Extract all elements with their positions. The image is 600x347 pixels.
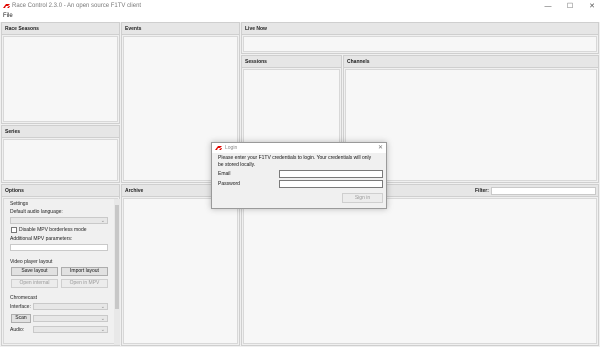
series-list[interactable]	[3, 139, 118, 181]
default-audio-select[interactable]: ⌄	[10, 217, 108, 224]
disable-borderless-label: Disable MPV borderless mode	[19, 227, 87, 233]
f1-logo-icon	[3, 4, 10, 8]
email-field[interactable]	[279, 170, 383, 178]
filter-label: Filter:	[475, 188, 489, 194]
options-scrollbar[interactable]	[114, 199, 120, 345]
channels-header: Channels	[344, 56, 598, 68]
password-field[interactable]	[279, 180, 383, 188]
import-layout-button[interactable]: Import layout	[61, 267, 108, 276]
disable-borderless-checkbox[interactable]	[11, 227, 17, 233]
live-now-header: Live Now	[242, 23, 598, 35]
filter-input[interactable]	[491, 187, 596, 195]
login-dialog: Login ✕ Please enter your F1TV credentia…	[211, 142, 387, 209]
settings-group-label: Settings	[10, 201, 29, 207]
race-seasons-header: Race Seasons	[2, 23, 119, 35]
save-layout-button[interactable]: Save layout	[11, 267, 58, 276]
sign-in-button[interactable]: Sign in	[342, 193, 383, 203]
options-header: Options	[2, 185, 119, 197]
content-list[interactable]	[243, 198, 597, 344]
minimize-button[interactable]: —	[540, 0, 556, 12]
title-bar: Race Control 2.3.0 - An open source F1TV…	[0, 0, 600, 12]
sessions-header: Sessions	[242, 56, 341, 68]
login-title: Login	[225, 145, 238, 151]
login-title-bar: Login ✕	[212, 143, 386, 153]
additional-params-input[interactable]	[10, 244, 108, 251]
chromecast-group-label: Chromecast	[10, 295, 37, 301]
chevron-down-icon: ⌄	[100, 316, 105, 322]
maximize-button[interactable]: ☐	[562, 0, 578, 12]
close-button[interactable]: ✕	[584, 0, 600, 12]
login-message: Please enter your F1TV credentials to lo…	[218, 155, 372, 168]
options-scrollbar-thumb[interactable]	[115, 205, 119, 309]
menu-bar: File	[0, 12, 600, 22]
password-label: Password	[218, 181, 240, 187]
chevron-down-icon: ⌄	[100, 218, 105, 224]
additional-params-label: Additional MPV parameters:	[10, 236, 73, 242]
open-internal-button[interactable]: Open internal	[11, 279, 58, 288]
open-in-mpv-button[interactable]: Open in MPV	[61, 279, 108, 288]
interface-label: Interface:	[10, 304, 31, 310]
options-body: Settings Default audio language: ⌄ Disab…	[3, 198, 120, 345]
series-panel: Series	[1, 125, 120, 183]
chevron-down-icon: ⌄	[100, 304, 105, 310]
cast-audio-select[interactable]: ⌄	[33, 326, 108, 333]
cast-device-select[interactable]: ⌄	[33, 315, 108, 322]
race-seasons-list[interactable]	[3, 36, 118, 122]
f1-logo-icon	[215, 146, 222, 150]
chevron-down-icon: ⌄	[100, 327, 105, 333]
menu-file[interactable]: File	[3, 13, 13, 19]
audio-label: Audio:	[10, 327, 25, 333]
default-audio-label: Default audio language:	[10, 209, 63, 215]
live-now-panel: Live Now	[241, 22, 599, 54]
archive-list[interactable]	[123, 198, 238, 344]
close-icon[interactable]: ✕	[378, 144, 383, 151]
video-layout-group-label: Video player layout	[10, 259, 53, 265]
email-label: Email	[218, 171, 231, 177]
interface-select[interactable]: ⌄	[33, 303, 108, 310]
events-header: Events	[122, 23, 239, 35]
live-now-list[interactable]	[243, 36, 597, 52]
options-panel: Options Settings Default audio language:…	[1, 184, 120, 346]
window-title: Race Control 2.3.0 - An open source F1TV…	[12, 3, 142, 9]
race-seasons-panel: Race Seasons	[1, 22, 120, 124]
scan-button[interactable]: Scan	[11, 314, 31, 323]
series-header: Series	[2, 126, 119, 138]
